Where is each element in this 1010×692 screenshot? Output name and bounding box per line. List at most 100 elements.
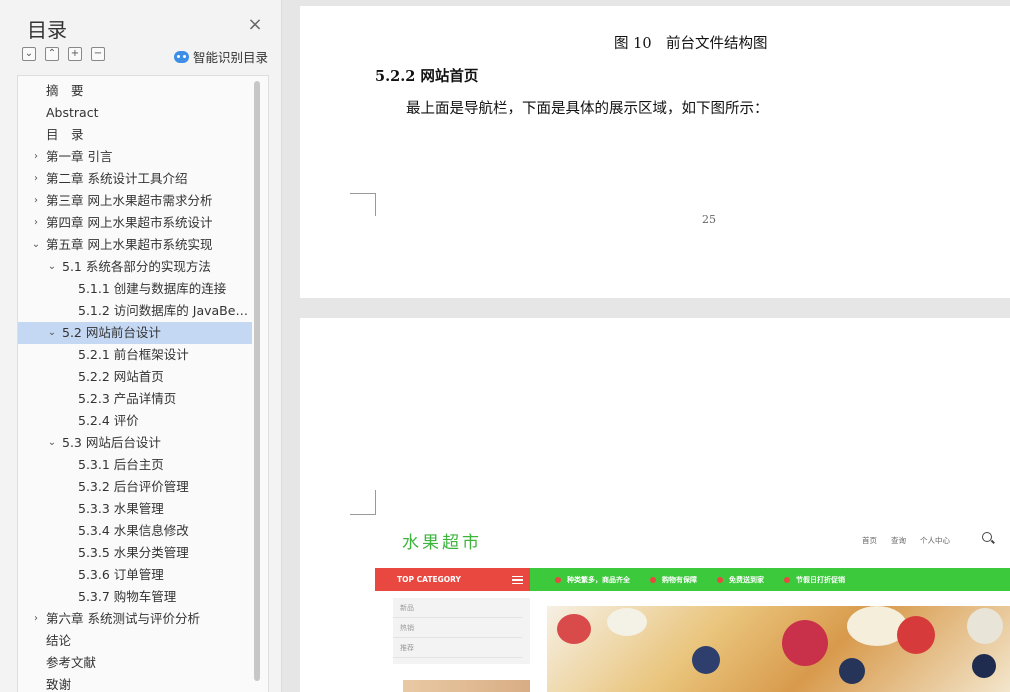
collapse-up-icon[interactable]: ⌃ — [45, 47, 59, 61]
toc-item[interactable]: 参考文献 — [18, 652, 252, 674]
toc-item[interactable]: 5.3.2 后台评价管理 — [18, 476, 252, 498]
promo-label: 种类繁多，商品齐全 — [567, 575, 630, 584]
toc-item-label: 5.3.7 购物车管理 — [78, 589, 177, 604]
toc-item[interactable]: 5.1.1 创建与数据库的连接 — [18, 278, 252, 300]
bullet-icon — [784, 576, 790, 583]
toc-item[interactable]: › 第一章 引言 — [18, 146, 252, 168]
toc-item-label: 致谢 — [46, 677, 72, 692]
strawberry-shape — [557, 614, 591, 644]
search-icon — [982, 532, 992, 542]
cream-shape — [607, 608, 647, 636]
toc-item[interactable]: ⌄ 5.1 系统各部分的实现方法 — [18, 256, 252, 278]
promo-label: 免费送到家 — [729, 575, 764, 584]
chevron-right-icon[interactable]: › — [30, 212, 42, 234]
category-link: 新品 — [393, 598, 522, 618]
toc-item-label: 5.2 网站前台设计 — [62, 325, 161, 340]
toc-item-label: 5.3.4 水果信息修改 — [78, 523, 189, 538]
toc-item-label: 5.2.4 评价 — [78, 413, 139, 428]
toc-item[interactable]: 5.3.1 后台主页 — [18, 454, 252, 476]
toc-toolbar: ⌄ ⌃ + − — [22, 47, 105, 61]
promo-item: 种类繁多，商品齐全 — [555, 575, 630, 585]
sidebar-title: 目录 — [27, 18, 67, 42]
chevron-down-icon[interactable]: ⌄ — [46, 432, 58, 454]
category-link: 热销 — [393, 618, 522, 638]
toc-item-label: 5.3 网站后台设计 — [62, 435, 161, 450]
bullet-icon — [717, 576, 723, 583]
collapse-down-icon[interactable]: ⌄ — [22, 47, 36, 61]
toc-item-label: 目 录 — [46, 127, 84, 142]
product-photo — [403, 680, 530, 692]
blueberry-shape — [839, 658, 865, 684]
category-menu: 新品 热销 推荐 — [393, 598, 530, 664]
flower-shape — [967, 608, 1003, 644]
promo-item: 购物有保障 — [650, 575, 697, 585]
promo-item: 节假日打折促销 — [784, 575, 845, 585]
collapse-minus-icon[interactable]: − — [91, 47, 105, 61]
toc-item[interactable]: › 第六章 系统测试与评价分析 — [18, 608, 252, 630]
crop-mark — [350, 490, 376, 515]
figure-caption: 图 10 前台文件结构图 — [614, 36, 768, 52]
toc-item-label: 第六章 系统测试与评价分析 — [46, 611, 200, 626]
toc-item-label: 5.3.1 后台主页 — [78, 457, 164, 472]
crop-mark — [350, 193, 376, 216]
promo-label: 节假日打折促销 — [796, 575, 845, 584]
chevron-down-icon[interactable]: ⌄ — [46, 322, 58, 344]
toc-item[interactable]: ⌄ 第五章 网上水果超市系统实现 — [18, 234, 252, 256]
chevron-right-icon[interactable]: › — [30, 168, 42, 190]
toc-item[interactable]: 目 录 — [18, 124, 252, 146]
strawberry-shape — [897, 616, 935, 654]
category-link: 推荐 — [393, 638, 522, 658]
toc-item[interactable]: › 第二章 系统设计工具介绍 — [18, 168, 252, 190]
toc-item[interactable]: 5.3.6 订单管理 — [18, 564, 252, 586]
close-icon[interactable]: × — [246, 16, 264, 34]
toc-item[interactable]: 5.3.7 购物车管理 — [18, 586, 252, 608]
toc-item[interactable]: 5.2.3 产品详情页 — [18, 388, 252, 410]
toc-item[interactable]: 5.3.3 水果管理 — [18, 498, 252, 520]
chevron-right-icon[interactable]: › — [30, 190, 42, 212]
blueberry-shape — [692, 646, 720, 674]
toc-item[interactable]: › 第三章 网上水果超市需求分析 — [18, 190, 252, 212]
menu-icon — [512, 576, 523, 584]
toc-item-label: 第四章 网上水果超市系统设计 — [46, 215, 213, 230]
document-page: 图 10 前台文件结构图 5.2.2 网站首页 最上面是导航栏，下面是具体的展示… — [300, 6, 1010, 298]
toc-scrollbar[interactable] — [254, 81, 260, 681]
toc-item[interactable]: ⌄ 5.2 网站前台设计 — [18, 322, 252, 344]
toc-item[interactable]: ⌄ 5.3 网站后台设计 — [18, 432, 252, 454]
toc-sidebar: 目录 × ⌄ ⌃ + − 智能识别目录 摘 要 Abstract 目 录 › 第一章 引言 › 第… — [0, 0, 282, 692]
toc-item[interactable]: 结论 — [18, 630, 252, 652]
fruit-banner-image — [547, 606, 1010, 692]
smart-toc-button[interactable]: 智能识别目录 — [174, 47, 268, 66]
section-heading: 5.2.2 网站首页 — [375, 68, 479, 85]
promo-item: 免费送到家 — [717, 575, 764, 585]
chevron-right-icon[interactable]: › — [30, 608, 42, 630]
blueberry-shape — [972, 654, 996, 678]
toc-item-label: 5.1 系统各部分的实现方法 — [62, 259, 211, 274]
toc-item-label: 参考文献 — [46, 655, 97, 670]
site-nav-item: 查询 — [891, 536, 906, 545]
toc-item[interactable]: 5.3.4 水果信息修改 — [18, 520, 252, 542]
toc-item-label: 5.3.2 后台评价管理 — [78, 479, 189, 494]
toc-panel: 摘 要 Abstract 目 录 › 第一章 引言 › 第二章 系统设计工具介绍 › 第三章 网… — [17, 75, 269, 692]
expand-plus-icon[interactable]: + — [68, 47, 82, 61]
toc-item-label: Abstract — [46, 105, 99, 120]
toc-item[interactable]: 5.2.4 评价 — [18, 410, 252, 432]
toc-item[interactable]: 5.2.2 网站首页 — [18, 366, 252, 388]
toc-list: 摘 要 Abstract 目 录 › 第一章 引言 › 第二章 系统设计工具介绍 › 第三章 网… — [18, 80, 252, 692]
robot-icon — [174, 50, 189, 63]
toc-item[interactable]: 5.3.5 水果分类管理 — [18, 542, 252, 564]
chevron-down-icon[interactable]: ⌄ — [46, 256, 58, 278]
promo-label: 购物有保障 — [662, 575, 697, 584]
toc-item[interactable]: Abstract — [18, 102, 252, 124]
toc-item[interactable]: 5.2.1 前台框架设计 — [18, 344, 252, 366]
smart-toc-label: 智能识别目录 — [193, 50, 269, 65]
toc-item[interactable]: › 第四章 网上水果超市系统设计 — [18, 212, 252, 234]
toc-item-label: 5.3.6 订单管理 — [78, 567, 164, 582]
chevron-down-icon[interactable]: ⌄ — [30, 234, 42, 256]
toc-item[interactable]: 致谢 — [18, 674, 252, 692]
category-label: TOP CATEGORY — [397, 575, 461, 584]
toc-item[interactable]: 5.1.2 访问数据库的 JavaBean... — [18, 300, 252, 322]
bullet-icon — [555, 576, 561, 583]
toc-item[interactable]: 摘 要 — [18, 80, 252, 102]
toc-item-label: 第二章 系统设计工具介绍 — [46, 171, 188, 186]
chevron-right-icon[interactable]: › — [30, 146, 42, 168]
